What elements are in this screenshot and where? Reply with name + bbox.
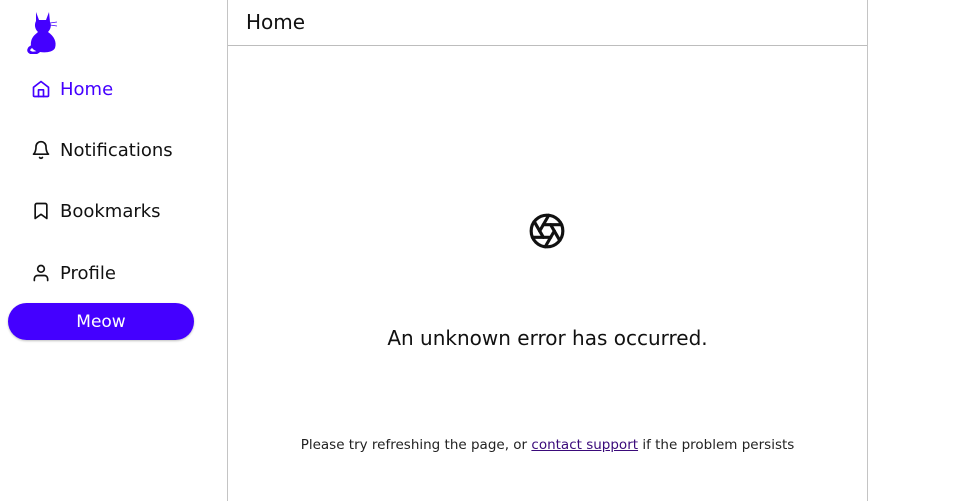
sidebar-item-bookmarks[interactable]: Bookmarks [30, 197, 161, 225]
bell-icon [30, 139, 52, 161]
help-text-before: Please try refreshing the page, or [300, 437, 532, 453]
home-icon [30, 78, 52, 100]
sidebar: Home Notifications Bookmarks Profile Meo… [0, 0, 228, 501]
sidebar-item-label: Bookmarks [60, 200, 161, 222]
meow-button[interactable]: Meow [8, 303, 194, 340]
sidebar-item-notifications[interactable]: Notifications [30, 136, 173, 164]
error-help-text: Please try refreshing the page, or conta… [228, 437, 867, 453]
error-message: An unknown error has occurred. [387, 326, 708, 350]
sidebar-item-label: Home [60, 78, 114, 100]
sidebar-item-profile[interactable]: Profile [30, 259, 116, 287]
contact-support-link[interactable]: contact support [531, 437, 638, 453]
aperture-icon [529, 213, 565, 249]
sidebar-item-home[interactable]: Home [30, 75, 113, 103]
sidebar-item-label: Profile [60, 262, 116, 284]
cat-logo-icon[interactable] [26, 8, 60, 54]
page-title: Home [246, 9, 306, 34]
main-header: Home [228, 0, 867, 46]
bookmark-icon [30, 200, 52, 222]
user-icon [30, 262, 52, 284]
main-column: Home An unknown error has occurred. Plea… [227, 0, 868, 501]
sidebar-item-label: Notifications [60, 139, 173, 161]
help-text-after: if the problem persists [638, 437, 795, 453]
